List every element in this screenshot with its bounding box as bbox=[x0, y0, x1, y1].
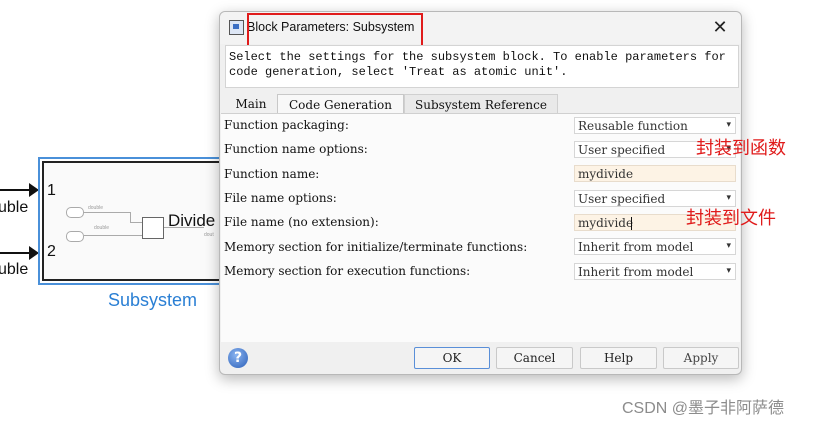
cancel-button[interactable]: Cancel bbox=[496, 347, 573, 369]
subsystem-name[interactable]: Subsystem bbox=[108, 290, 197, 311]
port-number-2: 2 bbox=[47, 243, 56, 260]
input-signal-label-2: uble bbox=[0, 261, 29, 278]
memory-init-terminate-label: Memory section for initialize/terminate … bbox=[224, 240, 528, 254]
mini-line-2 bbox=[84, 235, 142, 236]
function-packaging-value: Reusable function bbox=[578, 119, 688, 133]
watermark: CSDN @墨子非阿萨德 bbox=[622, 400, 785, 417]
help-button[interactable]: Help bbox=[580, 347, 657, 369]
file-name-options-value: User specified bbox=[578, 192, 666, 206]
signal-line-2[interactable] bbox=[0, 252, 30, 254]
mini-line-1c bbox=[130, 222, 142, 223]
block-parameters-dialog: Block Parameters: Subsystem ✕ Select the… bbox=[219, 11, 742, 375]
file-name-options-label: File name options: bbox=[224, 191, 337, 205]
mini-label-out: dout bbox=[204, 232, 214, 238]
title-highlight-box bbox=[247, 13, 423, 48]
simulink-block-icon bbox=[229, 20, 244, 35]
mini-divide-block bbox=[142, 217, 164, 239]
dialog-titlebar[interactable]: Block Parameters: Subsystem ✕ bbox=[220, 12, 741, 48]
function-packaging-label: Function packaging: bbox=[224, 118, 349, 132]
memory-init-terminate-select[interactable]: Inherit from model ▾ bbox=[574, 238, 736, 255]
annotation-file: 封装到文件 bbox=[686, 208, 776, 228]
code-generation-panel: Function packaging: Reusable function ▾ … bbox=[221, 113, 740, 342]
signal-line-1[interactable] bbox=[0, 189, 30, 191]
description-box: Select the settings for the subsystem bl… bbox=[225, 45, 739, 88]
tab-subsystem-reference[interactable]: Subsystem Reference bbox=[404, 94, 558, 113]
memory-execution-select[interactable]: Inherit from model ▾ bbox=[574, 263, 736, 280]
tab-main[interactable]: Main bbox=[225, 94, 277, 113]
chevron-down-icon: ▾ bbox=[726, 266, 731, 276]
function-name-label: Function name: bbox=[224, 167, 320, 181]
memory-execution-value: Inherit from model bbox=[578, 265, 694, 279]
mini-inport-2 bbox=[66, 231, 84, 242]
annotation-function: 封装到函数 bbox=[696, 138, 786, 158]
memory-execution-label: Memory section for execution functions: bbox=[224, 264, 471, 278]
port-number-1: 1 bbox=[47, 182, 56, 199]
function-name-options-value: User specified bbox=[578, 143, 666, 157]
memory-init-terminate-value: Inherit from model bbox=[578, 240, 694, 254]
apply-button[interactable]: Apply bbox=[663, 347, 739, 369]
divide-label: Divide bbox=[168, 211, 216, 230]
close-icon[interactable]: ✕ bbox=[709, 16, 731, 38]
tab-code-generation[interactable]: Code Generation bbox=[277, 94, 404, 113]
chevron-down-icon: ▾ bbox=[726, 120, 731, 130]
mini-line-1b bbox=[130, 212, 131, 222]
mini-line-1 bbox=[84, 212, 130, 213]
chevron-down-icon: ▾ bbox=[726, 241, 731, 251]
function-name-field[interactable]: mydivide bbox=[574, 165, 736, 182]
dialog-footer: ? OK Cancel Help Apply bbox=[220, 342, 741, 376]
mini-inport-1 bbox=[66, 207, 84, 218]
function-packaging-select[interactable]: Reusable function ▾ bbox=[574, 117, 736, 134]
file-name-label: File name (no extension): bbox=[224, 215, 379, 229]
help-icon[interactable]: ? bbox=[228, 348, 248, 368]
input-signal-label-1: uble bbox=[0, 199, 29, 216]
description-text: Select the settings for the subsystem bl… bbox=[229, 50, 726, 79]
mini-label-1: double bbox=[88, 205, 104, 211]
function-name-options-label: Function name options: bbox=[224, 142, 368, 156]
mini-label-2: double bbox=[94, 225, 110, 231]
ok-button[interactable]: OK bbox=[414, 347, 490, 369]
